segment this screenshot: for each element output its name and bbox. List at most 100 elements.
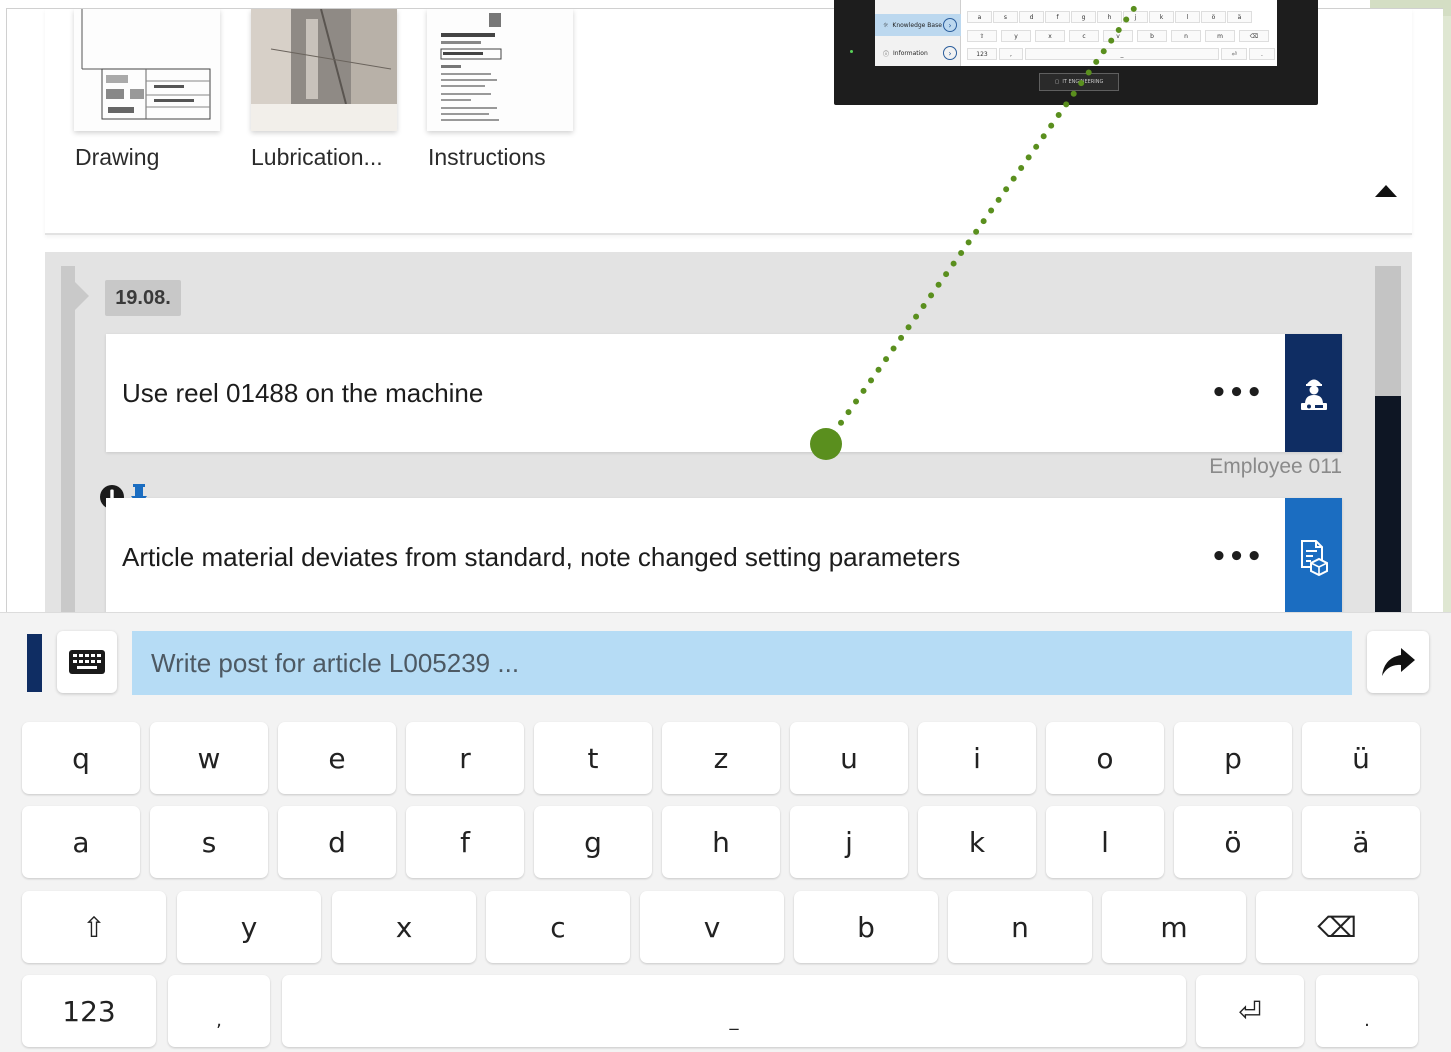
device-menu-information[interactable]: ⓘ Information › xyxy=(875,42,961,64)
post-type-badge[interactable] xyxy=(1285,498,1342,616)
attachment-label-lubrication: Lubrication... xyxy=(251,144,383,170)
device-screen: ☼ Knowledge Base › ⓘ Information › asdfg… xyxy=(875,0,1277,66)
key-f[interactable]: f xyxy=(406,806,524,878)
device-key: d xyxy=(1019,11,1044,23)
key-l[interactable]: l xyxy=(1046,806,1164,878)
device-menu-knowledge-base[interactable]: ☼ Knowledge Base › xyxy=(875,14,961,36)
power-led xyxy=(850,50,853,53)
device-menu-label: Knowledge Base xyxy=(892,21,942,29)
device-key: ä xyxy=(1227,11,1252,23)
post-card[interactable]: Use reel 01488 on the machine ••• xyxy=(106,334,1342,452)
device-key: c xyxy=(1069,30,1099,42)
drawing-thumbnail[interactable] xyxy=(74,9,220,131)
key-i[interactable]: i xyxy=(918,722,1036,794)
device-key: x xyxy=(1035,30,1065,42)
device-key: m xyxy=(1205,30,1235,42)
device-key: a xyxy=(967,11,992,23)
key-backspace[interactable]: ⌫ xyxy=(1256,891,1418,963)
key-s[interactable]: s xyxy=(150,806,268,878)
key-j[interactable]: j xyxy=(790,806,908,878)
key-period[interactable]: . xyxy=(1316,975,1418,1047)
document-icon xyxy=(427,9,573,131)
key-k[interactable]: k xyxy=(918,806,1036,878)
drawing-icon xyxy=(74,9,220,131)
terminal-device-illustration: ☼ Knowledge Base › ⓘ Information › asdfg… xyxy=(834,0,1318,105)
device-key: n xyxy=(1171,30,1201,42)
device-key: s xyxy=(993,11,1018,23)
key-a[interactable]: a xyxy=(22,806,140,878)
device-key: . xyxy=(1249,48,1275,60)
post-input[interactable] xyxy=(132,631,1352,695)
post-more-button[interactable]: ••• xyxy=(1211,498,1263,616)
device-key: j xyxy=(1123,11,1148,23)
device-key: _ xyxy=(1025,48,1219,60)
key-t[interactable]: t xyxy=(534,722,652,794)
device-key: l xyxy=(1175,11,1200,23)
key-space[interactable]: _ xyxy=(282,975,1186,1047)
date-badge: 19.08. xyxy=(105,280,181,316)
chevron-right-icon: › xyxy=(943,18,957,32)
key-x[interactable]: x xyxy=(332,891,476,963)
device-key: g xyxy=(1071,11,1096,23)
key-ä[interactable]: ä xyxy=(1302,806,1420,878)
key-n[interactable]: n xyxy=(948,891,1092,963)
attachment-label-drawing: Drawing xyxy=(75,144,160,170)
device-key: , xyxy=(999,48,1023,60)
lightbulb-icon: ☼ xyxy=(883,21,889,29)
post-timeline: 19.08. Use reel 01488 on the machine •••… xyxy=(45,252,1412,624)
key-z[interactable]: z xyxy=(662,722,780,794)
key-p[interactable]: p xyxy=(1174,722,1292,794)
post-text: Article material deviates from standard,… xyxy=(122,541,961,572)
key-d[interactable]: d xyxy=(278,806,396,878)
post-author-avatar[interactable] xyxy=(1285,334,1342,452)
keyboard-icon xyxy=(69,650,105,674)
chevron-right-icon: › xyxy=(943,46,957,60)
worker-icon xyxy=(1300,379,1327,410)
key-enter[interactable]: ⏎ xyxy=(1196,975,1304,1047)
key-c[interactable]: c xyxy=(486,891,630,963)
key-e[interactable]: e xyxy=(278,722,396,794)
device-key: y xyxy=(1001,30,1031,42)
key-comma[interactable]: , xyxy=(168,975,270,1047)
key-ü[interactable]: ü xyxy=(1302,722,1420,794)
device-key: k xyxy=(1149,11,1174,23)
instructions-thumbnail[interactable] xyxy=(427,9,573,131)
info-icon: ⓘ xyxy=(883,50,890,58)
attachment-label-instructions: Instructions xyxy=(428,144,546,170)
timeline-rail xyxy=(61,266,75,624)
lubrication-thumbnail[interactable] xyxy=(251,9,397,131)
device-key: f xyxy=(1045,11,1070,23)
key-ö[interactable]: ö xyxy=(1174,806,1292,878)
logo-mark-icon: ▢ xyxy=(1054,79,1060,85)
keyboard-toggle-button[interactable] xyxy=(57,631,117,693)
key-y[interactable]: y xyxy=(177,891,321,963)
key-v[interactable]: v xyxy=(640,891,784,963)
key-m[interactable]: m xyxy=(1102,891,1246,963)
triangle-up-icon xyxy=(1375,185,1397,197)
device-key: ⏎ xyxy=(1221,48,1247,60)
device-key: v xyxy=(1103,30,1133,42)
article-document-icon xyxy=(1300,540,1328,577)
key-numbers[interactable]: 123 xyxy=(22,975,156,1047)
post-more-button[interactable]: ••• xyxy=(1211,334,1263,452)
key-w[interactable]: w xyxy=(150,722,268,794)
key-g[interactable]: g xyxy=(534,806,652,878)
key-b[interactable]: b xyxy=(794,891,938,963)
key-r[interactable]: r xyxy=(406,722,524,794)
device-key: h xyxy=(1097,11,1122,23)
photo-icon xyxy=(251,9,397,131)
key-shift[interactable]: ⇧ xyxy=(22,891,166,963)
device-menu-label: Information xyxy=(893,49,928,57)
send-post-button[interactable] xyxy=(1367,631,1429,693)
device-key: b xyxy=(1137,30,1167,42)
key-h[interactable]: h xyxy=(662,806,780,878)
collapse-attachments-button[interactable] xyxy=(1373,179,1399,203)
device-logo-text: IT ENGINEERING xyxy=(1062,79,1104,85)
post-text: Use reel 01488 on the machine xyxy=(122,377,484,408)
post-card[interactable]: Article material deviates from standard,… xyxy=(106,498,1342,616)
key-o[interactable]: o xyxy=(1046,722,1164,794)
timeline-scrollbar-thumb[interactable] xyxy=(1375,266,1401,396)
key-q[interactable]: q xyxy=(22,722,140,794)
composer-marker xyxy=(27,634,42,692)
key-u[interactable]: u xyxy=(790,722,908,794)
